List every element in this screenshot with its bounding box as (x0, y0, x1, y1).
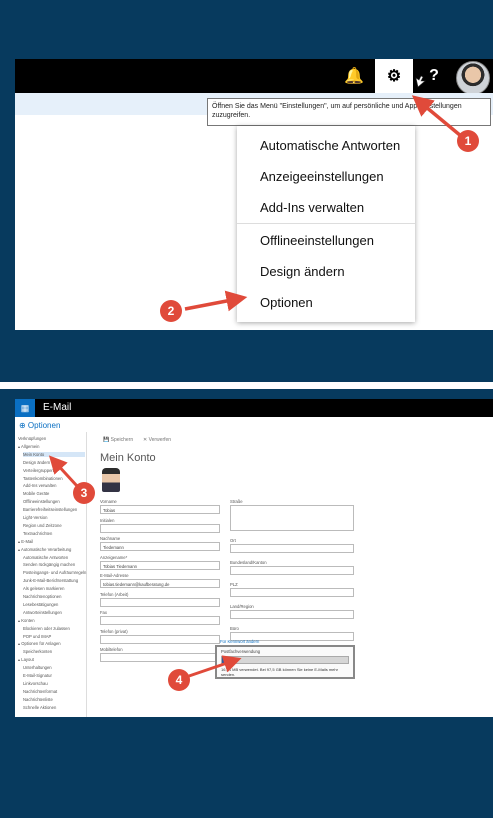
mouse-cursor-icon (415, 75, 426, 88)
arrow-to-usage (188, 655, 242, 678)
arrow-to-gear (411, 95, 463, 138)
settings-menu-screenshot: 🔔 ⚙ ? Öffnen Sie das Menü "Einstellungen… (15, 59, 493, 330)
arrow-to-options (184, 290, 248, 312)
step2-panel: ▦ E-Mail ⊕ Optionen Verknüpfungen ▴ Allge… (0, 389, 493, 818)
step1-panel: 🔔 ⚙ ? Öffnen Sie das Menü "Einstellungen… (0, 0, 493, 382)
account-options-screenshot: ▦ E-Mail ⊕ Optionen Verknüpfungen ▴ Allge… (15, 399, 493, 717)
arrow-to-my-account (48, 455, 79, 488)
annotation-arrows-2 (48, 455, 242, 678)
annotation-arrows (184, 75, 463, 312)
